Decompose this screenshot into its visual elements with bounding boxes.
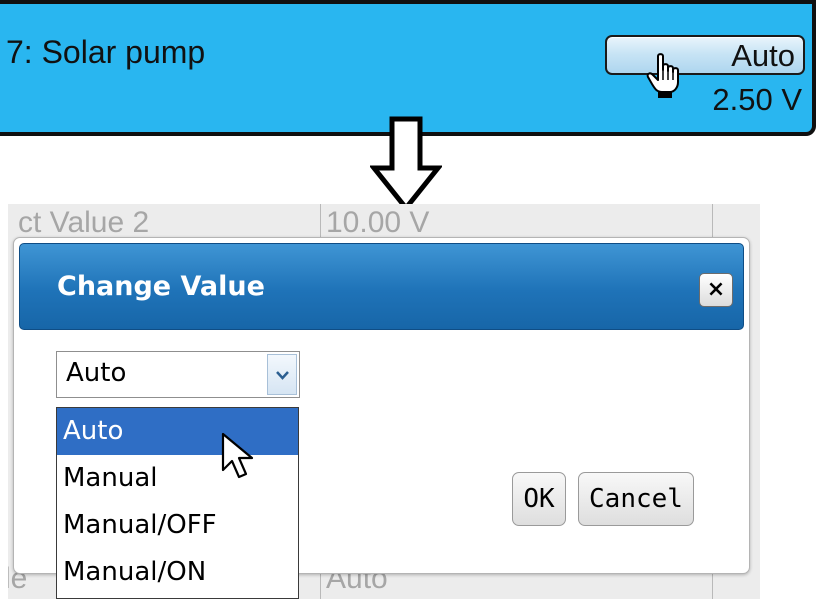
dropdown-option-manual-off[interactable]: Manual/OFF — [57, 502, 298, 549]
dialog-title: Change Value — [57, 271, 265, 302]
mouse-pointer-icon — [221, 432, 254, 479]
mode-button[interactable]: Auto — [605, 35, 805, 75]
arrow-down-icon — [370, 116, 442, 212]
option-label: Manual — [63, 463, 158, 493]
output-title: 7: Solar pump — [6, 34, 206, 70]
chevron-down-icon — [276, 371, 289, 380]
ok-button[interactable]: OK — [512, 472, 566, 526]
dropdown-option-manual-on[interactable]: Manual/ON — [57, 549, 298, 596]
output-value: 2.50 V — [712, 82, 802, 117]
mode-select[interactable]: Auto — [56, 351, 300, 398]
mode-button-label: Auto — [731, 38, 795, 73]
cancel-button[interactable]: Cancel — [578, 472, 694, 526]
dropdown-option-auto[interactable]: Auto — [57, 408, 298, 455]
dropdown-option-manual[interactable]: Manual — [57, 455, 298, 502]
background-text: ct Value 2 — [18, 206, 150, 239]
hand-pointer-icon — [646, 53, 679, 98]
option-label: Manual/OFF — [63, 510, 217, 540]
option-label: Auto — [63, 416, 124, 446]
close-icon: × — [706, 277, 726, 302]
mode-dropdown-list: Auto Manual Manual/OFF Manual/ON — [56, 407, 299, 599]
mode-select-value: Auto — [66, 358, 127, 388]
dialog-header: Change Value × — [19, 243, 744, 330]
close-button[interactable]: × — [699, 273, 733, 307]
select-arrow-button[interactable] — [267, 354, 297, 395]
background-text: 10.00 V — [326, 206, 430, 239]
option-label: Manual/ON — [63, 557, 207, 587]
